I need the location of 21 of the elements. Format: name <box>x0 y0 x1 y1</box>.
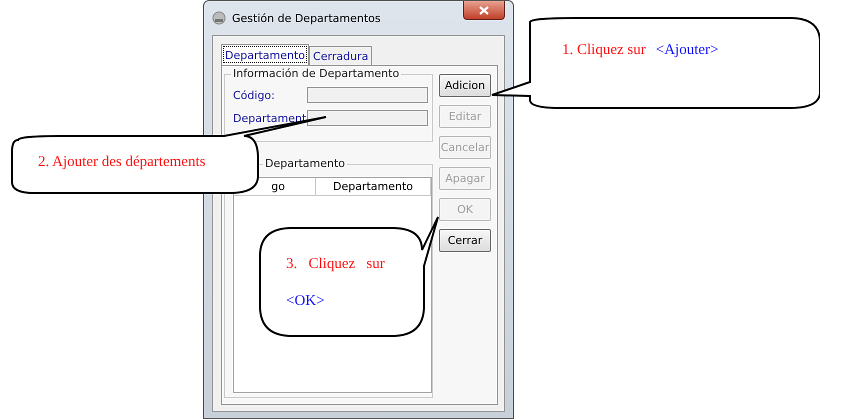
field-label: Código: <box>233 88 276 102</box>
app-icon <box>212 11 226 25</box>
group-title: Departamento <box>263 157 348 170</box>
column-header[interactable]: go <box>264 178 316 195</box>
tab[interactable]: Departamento <box>221 44 310 65</box>
input-field[interactable] <box>307 87 428 103</box>
close-button[interactable] <box>463 1 505 20</box>
dialog-button[interactable]: Adicion <box>439 74 491 97</box>
callout-text: 3. Cliquez sur <box>286 256 386 273</box>
callout-target: <Ajouter> <box>656 42 718 59</box>
callout-text: 1. Cliquez sur <box>562 42 646 59</box>
window-title: Gestión de Departamentos <box>232 12 381 24</box>
callout-target: <OK> <box>286 293 326 310</box>
tab[interactable]: Cerradura <box>309 46 372 65</box>
group-title: Información de Departamento <box>231 67 402 80</box>
callout-text: 2. Ajouter des départements <box>38 154 206 170</box>
dialog-button[interactable]: Cerrar <box>439 229 491 252</box>
column-header[interactable]: Departamento <box>316 178 431 195</box>
input-field[interactable] <box>307 110 428 126</box>
close-icon <box>479 6 489 14</box>
field-label: Departament <box>233 112 307 124</box>
